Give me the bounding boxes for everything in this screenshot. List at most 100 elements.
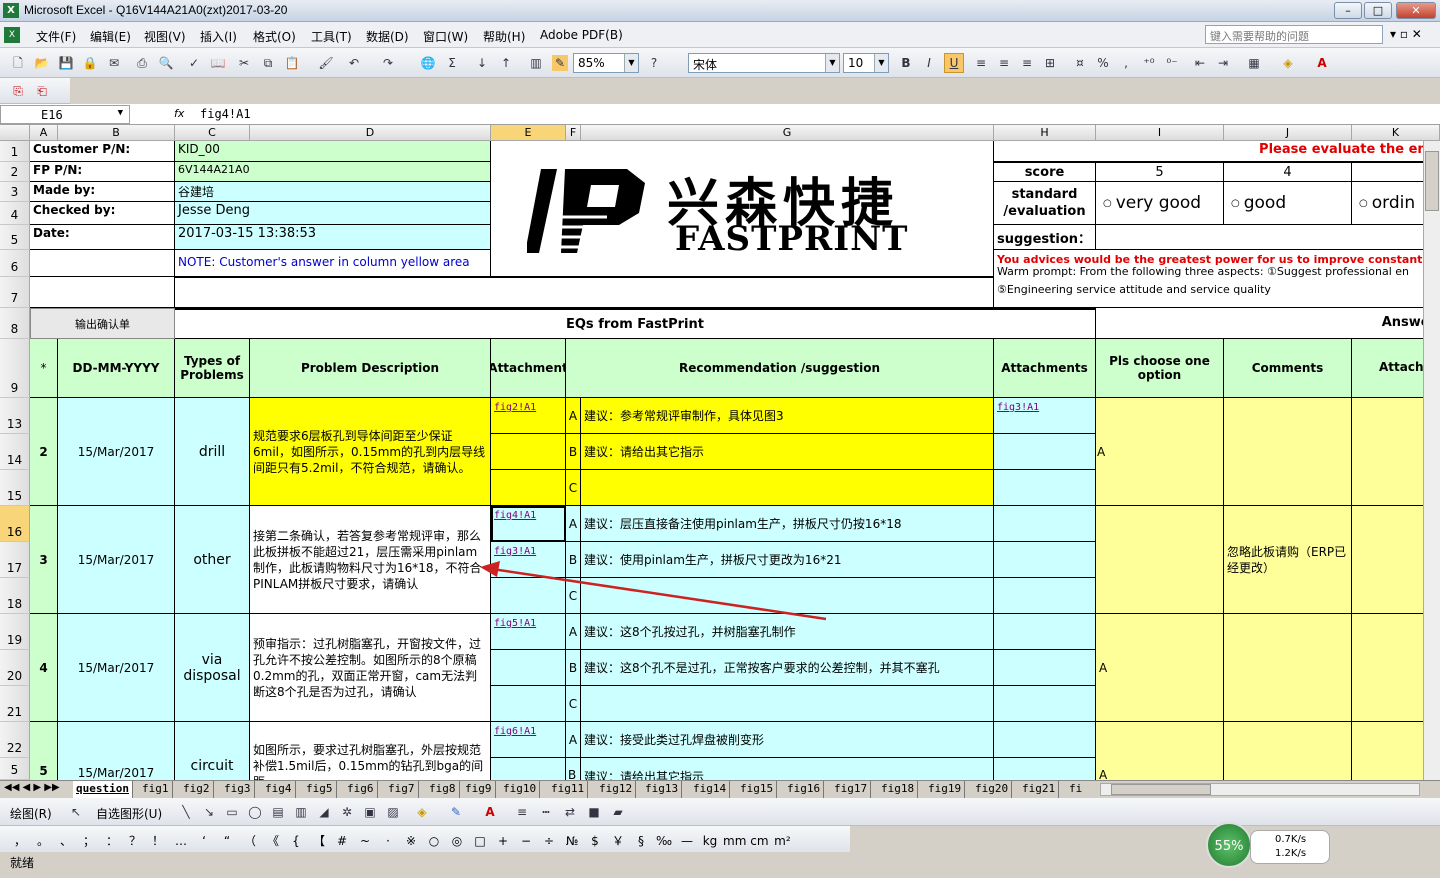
permission-icon[interactable]: 🔒 xyxy=(82,55,98,71)
line-icon[interactable]: ╲ xyxy=(178,804,194,820)
zoom-select[interactable]: 85% ▼ xyxy=(573,53,639,73)
symbol-button[interactable]: — xyxy=(677,834,697,848)
symbol-button[interactable]: ？ xyxy=(125,832,145,849)
function-icon[interactable]: fx xyxy=(174,107,184,120)
symbol-button[interactable]: ‰ xyxy=(654,834,674,848)
arrow-icon[interactable]: ↘ xyxy=(201,804,217,820)
symbol-button[interactable]: 、 xyxy=(56,832,76,849)
tab-fig13[interactable]: fig13 xyxy=(642,781,683,798)
name-box[interactable]: E16 ▼ xyxy=(0,105,130,124)
autoshapes-menu-button[interactable]: 自选图形(U) xyxy=(96,805,162,822)
menu-help[interactable]: 帮助(H) xyxy=(483,28,525,45)
merge-center-icon[interactable]: ⊞ xyxy=(1042,55,1058,71)
pdf-convert-icon[interactable]: ⎘ xyxy=(10,83,26,99)
tab-fig18[interactable]: fig18 xyxy=(878,781,919,798)
symbol-button[interactable]: ÷ xyxy=(539,834,559,848)
tab-fig1[interactable]: fig1 xyxy=(139,781,173,798)
excel-doc-icon[interactable]: X xyxy=(4,27,20,43)
help-icon[interactable]: ? xyxy=(646,55,662,71)
minimize-button[interactable]: – xyxy=(1334,2,1362,19)
symbol-button[interactable]: ‘ xyxy=(194,834,214,848)
symbol-button[interactable]: cm xyxy=(749,834,769,848)
font-select[interactable]: 宋体 ▼ xyxy=(688,53,840,73)
print-icon[interactable]: ⎙ xyxy=(134,55,150,71)
spreadsheet-grid[interactable]: A B C D E F G H I J K 1 2 3 4 5 6 7 8 9 … xyxy=(0,125,1440,780)
tab-fig11[interactable]: fig11 xyxy=(548,781,589,798)
font-color-icon[interactable]: A xyxy=(482,804,498,820)
menu-edit[interactable]: 编辑(E) xyxy=(90,28,131,45)
tab-fig6[interactable]: fig6 xyxy=(344,781,378,798)
research-icon[interactable]: 📖 xyxy=(210,55,226,71)
symbol-button[interactable]: ○ xyxy=(424,834,444,848)
fill-color-icon[interactable]: ◈ xyxy=(1280,55,1296,71)
sort-descending-icon[interactable]: ↑ xyxy=(498,55,514,71)
menu-format[interactable]: 格式(O) xyxy=(253,28,296,45)
symbol-button[interactable]: № xyxy=(562,834,582,848)
decrease-indent-icon[interactable]: ⇤ xyxy=(1192,55,1208,71)
tab-fig17[interactable]: fig17 xyxy=(831,781,872,798)
help-search-input[interactable]: 键入需要帮助的问题 xyxy=(1205,25,1383,44)
vertical-textbox-icon[interactable]: ▥ xyxy=(293,804,309,820)
menu-data[interactable]: 数据(D) xyxy=(366,28,409,45)
sort-ascending-icon[interactable]: ↓ xyxy=(474,55,490,71)
menu-file[interactable]: 文件(F) xyxy=(36,28,76,45)
decrease-decimal-icon[interactable]: ⁰⁻ xyxy=(1164,55,1180,71)
line-style-icon[interactable]: ≡ xyxy=(514,804,530,820)
symbol-button[interactable]: mm xyxy=(723,834,746,848)
tab-nav-icon[interactable]: ◀◀ ◀ ▶ ▶▶ xyxy=(4,782,60,793)
new-icon[interactable]: 🗋 xyxy=(10,55,26,71)
symbol-button[interactable]: ！ xyxy=(148,832,168,849)
menu-view[interactable]: 视图(V) xyxy=(144,28,186,45)
fill-color-icon[interactable]: ◈ xyxy=(414,804,430,820)
drawing-icon[interactable]: ✎ xyxy=(552,55,568,71)
menu-adobe-pdf[interactable]: Adobe PDF(B) xyxy=(540,28,623,42)
symbol-button[interactable]: □ xyxy=(470,834,490,848)
borders-icon[interactable]: ▦ xyxy=(1246,55,1262,71)
increase-decimal-icon[interactable]: ⁺⁰ xyxy=(1141,55,1157,71)
tab-fig10[interactable]: fig10 xyxy=(500,781,541,798)
symbol-button[interactable]: （ xyxy=(240,832,260,849)
close-button[interactable]: ✕ xyxy=(1396,2,1436,19)
pdf-email-icon[interactable]: ⎗ xyxy=(34,83,50,99)
tab-fig3[interactable]: fig3 xyxy=(221,781,255,798)
paste-icon[interactable]: 📋 xyxy=(284,55,300,71)
symbol-button[interactable]: + xyxy=(493,834,513,848)
hyperlink-icon[interactable]: 🌐 xyxy=(420,55,436,71)
symbol-button[interactable]: $ xyxy=(585,834,605,848)
open-icon[interactable]: 📂 xyxy=(34,55,50,71)
tab-question[interactable]: question xyxy=(73,781,133,798)
horizontal-scrollbar[interactable] xyxy=(1100,783,1420,796)
symbol-button[interactable]: “ xyxy=(217,834,237,848)
email-icon[interactable]: ✉ xyxy=(106,55,122,71)
symbol-button[interactable]: m² xyxy=(772,834,792,848)
scrollbar-thumb[interactable] xyxy=(1111,784,1211,795)
save-icon[interactable]: 💾 xyxy=(58,55,74,71)
symbol-button[interactable]: 【 xyxy=(309,832,329,849)
bold-button[interactable]: B xyxy=(898,55,914,71)
tab-fig-partial[interactable]: fi xyxy=(1066,781,1085,798)
symbol-button[interactable]: ◎ xyxy=(447,834,467,848)
symbol-button[interactable]: · xyxy=(378,834,398,848)
performance-widget[interactable]: 55% xyxy=(1206,822,1252,868)
align-center-icon[interactable]: ≡ xyxy=(996,55,1012,71)
symbol-button[interactable]: ， xyxy=(10,832,30,849)
symbol-button[interactable]: ； xyxy=(79,832,99,849)
align-left-icon[interactable]: ≡ xyxy=(973,55,989,71)
symbol-button[interactable]: ： xyxy=(102,832,122,849)
symbol-button[interactable]: − xyxy=(516,834,536,848)
select-objects-icon[interactable]: ↖ xyxy=(68,804,84,820)
chart-wizard-icon[interactable]: ▥ xyxy=(528,55,544,71)
format-painter-icon[interactable]: 🖌 xyxy=(318,55,334,71)
symbol-button[interactable]: { xyxy=(286,834,306,848)
3d-icon[interactable]: ▰ xyxy=(610,804,626,820)
tab-fig8[interactable]: fig8 xyxy=(426,781,460,798)
textbox-icon[interactable]: ▤ xyxy=(270,804,286,820)
currency-icon[interactable]: ¤ xyxy=(1072,55,1088,71)
formula-input[interactable]: fig4!A1 xyxy=(200,107,251,121)
symbol-button[interactable]: kg xyxy=(700,834,720,848)
diagram-icon[interactable]: ✲ xyxy=(339,804,355,820)
underline-button[interactable]: U xyxy=(944,53,964,73)
symbol-button[interactable]: ~ xyxy=(355,834,375,848)
symbol-button[interactable]: 。 xyxy=(33,832,53,849)
symbol-button[interactable]: # xyxy=(332,834,352,848)
